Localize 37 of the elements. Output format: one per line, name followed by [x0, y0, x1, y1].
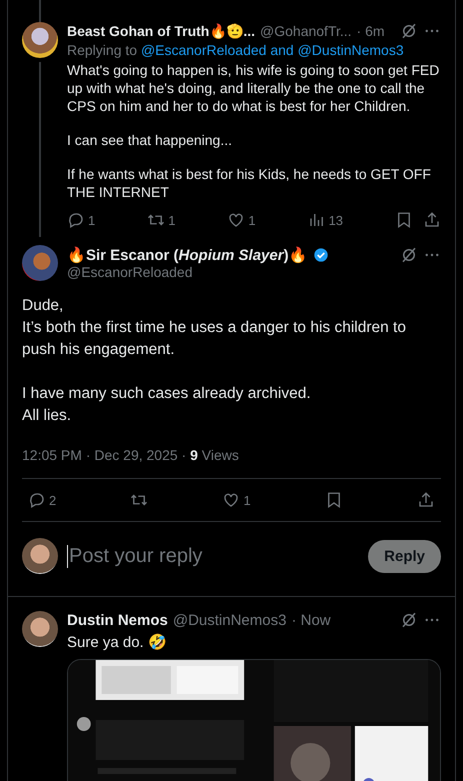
- slashed-circle-icon[interactable]: [400, 611, 418, 629]
- avatar[interactable]: [22, 22, 58, 58]
- avatar[interactable]: [22, 245, 58, 281]
- avatar: [22, 538, 58, 574]
- action-count: 2: [49, 492, 56, 508]
- post-text: I have many such cases already archived. All lies.: [22, 384, 312, 426]
- heart-icon[interactable]: [222, 491, 240, 509]
- post-timestamp: 12:05 PM · Dec 29, 2025 · 9 Views: [22, 447, 240, 463]
- author-name[interactable]: 🔥Sir Escanor (Hopium Slayer)🔥: [67, 246, 308, 264]
- share-icon[interactable]: [416, 491, 435, 509]
- author-name[interactable]: Dustin Nemos: [67, 612, 168, 628]
- replying-label: Replying to: [67, 42, 138, 58]
- post-time: · Now: [291, 612, 331, 628]
- author-handle[interactable]: @EscanorReloaded: [67, 264, 441, 280]
- heart-icon[interactable]: [227, 211, 246, 229]
- author-handle[interactable]: @DustinNemos3: [172, 612, 286, 628]
- bar-chart-icon[interactable]: [308, 211, 326, 229]
- reply-icon[interactable]: [28, 491, 46, 509]
- action-count: 1: [168, 212, 176, 228]
- action-count: 1: [243, 492, 251, 508]
- post-text: If he wants what is best for his Kids, he needs to GET OFF THE INTERNET: [67, 165, 432, 201]
- slashed-circle-icon[interactable]: [400, 246, 418, 264]
- post-text: Dude, It’s both the first time he uses a danger to his children to push his engagement.: [22, 296, 407, 360]
- action-count: 1: [248, 212, 256, 228]
- mention-link[interactable]: @EscanorReloaded and @DustinNemos3: [140, 42, 404, 58]
- action-count: 1: [88, 212, 96, 228]
- author-name[interactable]: Beast Gohan of Truth🔥🫡...: [67, 23, 256, 39]
- post-time: · 6m: [356, 23, 385, 39]
- reply-icon[interactable]: [67, 211, 85, 229]
- post-text: What's going to happen is, his wife is going to soon get FED up with what he's doing, and literally be the one to call the CPS on him and her to do what is best for her Children.: [67, 61, 440, 115]
- post-text: Sure ya do. 🤣: [67, 633, 168, 651]
- post-text: I can see that happening...: [67, 131, 234, 149]
- share-icon[interactable]: [422, 211, 441, 229]
- author-handle[interactable]: @GohanofTr...: [260, 23, 352, 39]
- action-count: 13: [328, 212, 344, 228]
- avatar[interactable]: [22, 611, 58, 647]
- slashed-circle-icon[interactable]: [400, 22, 418, 40]
